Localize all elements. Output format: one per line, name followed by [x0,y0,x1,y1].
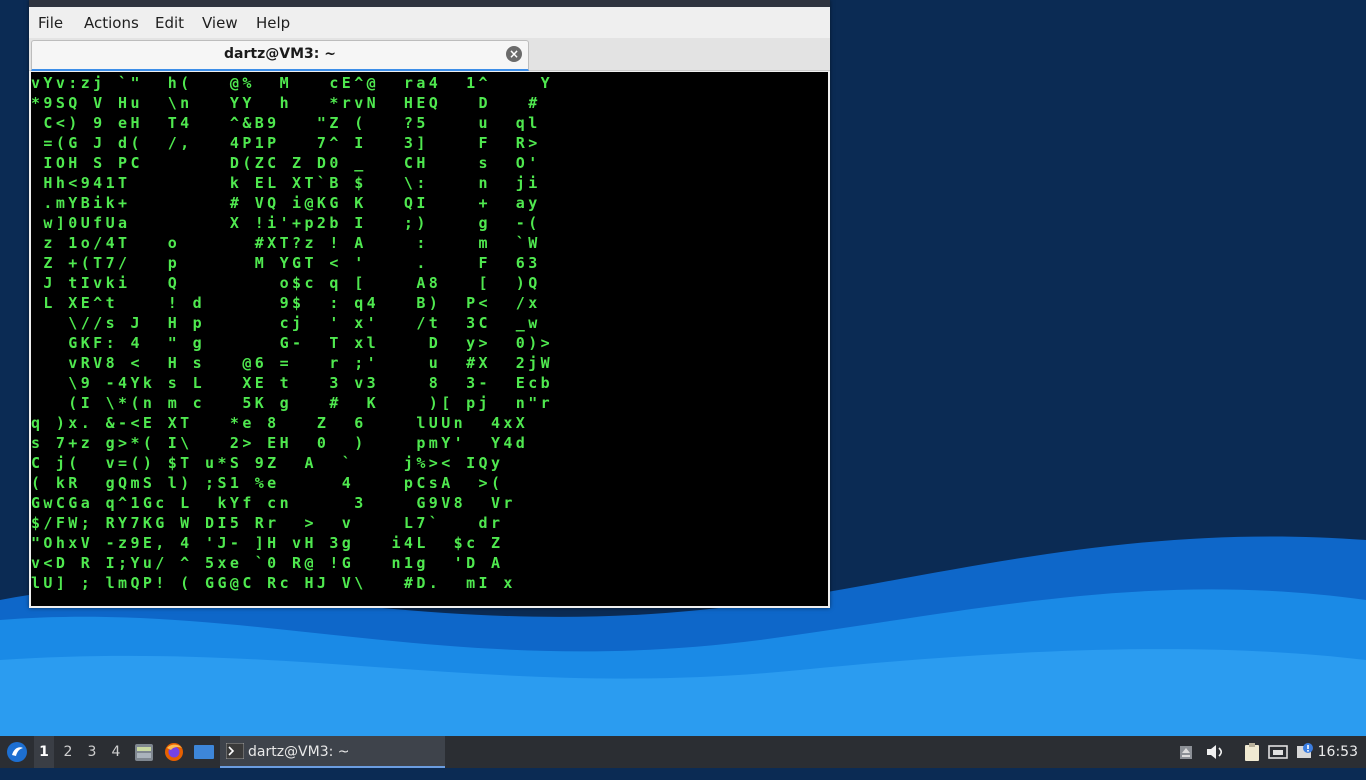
tab-terminal[interactable]: dartz@VM3: ~ × [31,40,529,71]
file-manager-launcher[interactable] [132,736,156,768]
tab-bar: dartz@VM3: ~ × [29,38,830,71]
close-icon[interactable]: × [506,46,522,62]
terminal-line: v<D R I;Yu/ ^ 5xe `0 R@ !G n1g 'D A [31,554,504,572]
terminal-line: vYv:zj `" h( @% M cE^@ ra4 1^ Y [31,74,554,92]
file-cabinet-icon [135,744,153,761]
clipboard-icon [1245,743,1259,761]
eject-tray-button[interactable] [1177,736,1195,768]
menu-file[interactable]: File [38,14,63,32]
terminal-line: q )x. &-<E XT *e 8 Z 6 lUUn 4xX [31,414,529,432]
speaker-icon [1207,745,1223,759]
terminal-line: GwCGa q^1Gc L kYf cn 3 G9V8 Vr [31,494,516,512]
workspace-2[interactable]: 2 [58,736,78,768]
start-menu-button[interactable] [4,736,30,768]
terminal-line: C<) 9 eH T4 ^&B9 "Z ( ?5 u ql [31,114,541,132]
lubuntu-logo-icon [7,742,27,762]
terminal-line: \9 -4Yk s L XE t 3 v3 8 3- Ecb [31,374,554,392]
terminal-line: \//s J H p cj ' x' /t 3C _w [31,314,541,332]
workspace-3[interactable]: 3 [82,736,102,768]
terminal-line: (I \*(n m c 5K g # K )[ pj n"r [31,394,554,412]
terminal-line: s 7+z g>*( I\ 2> EH 0 ) pmY' Y4d [31,434,529,452]
update-notification-icon [1297,743,1313,758]
clock[interactable]: 16:53 [1318,736,1358,768]
terminal-line: GKF: 4 " g G- T xl D y> 0)> [31,334,554,352]
terminal-line: w]0UfUa X !i'+p2b I ;) g -( [31,214,541,232]
menu-bar: File Actions Edit View Help [29,7,830,38]
network-icon [1268,745,1288,759]
workspace-4[interactable]: 4 [106,736,126,768]
terminal-window[interactable]: File Actions Edit View Help dartz@VM3: ~… [29,0,830,608]
task-label: dartz@VM3: ~ [248,744,350,760]
terminal-line: $/FW; RY7KG W DI5 Rr > v L7` dr [31,514,504,532]
terminal-line: J tIvki Q o$c q [ A8 [ )Q [31,274,541,292]
terminal-line: *9SQ V Hu \n YY h *rvN HEQ D # [31,94,554,112]
workspace-1[interactable]: 1 [34,736,54,768]
terminal-line: Hh<941T k EL XT`B $ \: n ji [31,174,541,192]
terminal-line: .mYBik+ # VQ i@KG K QI + ay [31,194,541,212]
terminal-output[interactable]: vYv:zj `" h( @% M cE^@ ra4 1^ Y *9SQ V Hu… [31,72,828,606]
terminal-line: C j( v=() $T u*S 9Z A ` j%>< IQy [31,454,504,472]
terminal-line: Z +(T7/ p M YGT < ' . F 63 [31,254,541,272]
volume-button[interactable] [1204,736,1226,768]
show-desktop-button[interactable] [192,736,216,768]
menu-view[interactable]: View [202,14,238,32]
menu-edit[interactable]: Edit [155,14,184,32]
terminal-line: z 1o/4T o #XT?z ! A : m `W [31,234,541,252]
terminal-line: ( kR gQmS l) ;S1 %e 4 pCsA >( [31,474,504,492]
terminal-line: =(G J d( /, 4P1P 7^ I 3] F R> [31,134,541,152]
firefox-icon [165,743,183,761]
taskbar: 1 2 3 4 dartz@VM3: ~ 16:53 [0,736,1366,768]
terminal-line: IOH S PC D(ZC Z D0 _ CH s O' [31,154,541,172]
clipboard-button[interactable] [1241,736,1263,768]
terminal-line: lU] ; lmQP! ( GG@C Rc HJ V\ #D. mI x [31,574,516,592]
tab-title: dartz@VM3: ~ [224,46,336,62]
terminal-icon [226,743,244,759]
terminal-line: "OhxV -z9E, 4 'J- ]H vH 3g i4L $c Z [31,534,504,552]
menu-actions[interactable]: Actions [84,14,139,32]
terminal-line: L XE^t ! d 9$ : q4 B) P< /x [31,294,541,312]
desktop-icon [194,745,214,759]
notification-button[interactable] [1294,736,1316,768]
menu-help[interactable]: Help [256,14,290,32]
window-title-strip[interactable] [29,0,830,7]
firefox-launcher[interactable] [162,736,186,768]
network-button[interactable] [1267,736,1289,768]
eject-icon [1180,746,1192,759]
taskbar-task-terminal[interactable]: dartz@VM3: ~ [220,736,445,768]
terminal-line: vRV8 < H s @6 = r ;' u #X 2jW [31,354,554,372]
